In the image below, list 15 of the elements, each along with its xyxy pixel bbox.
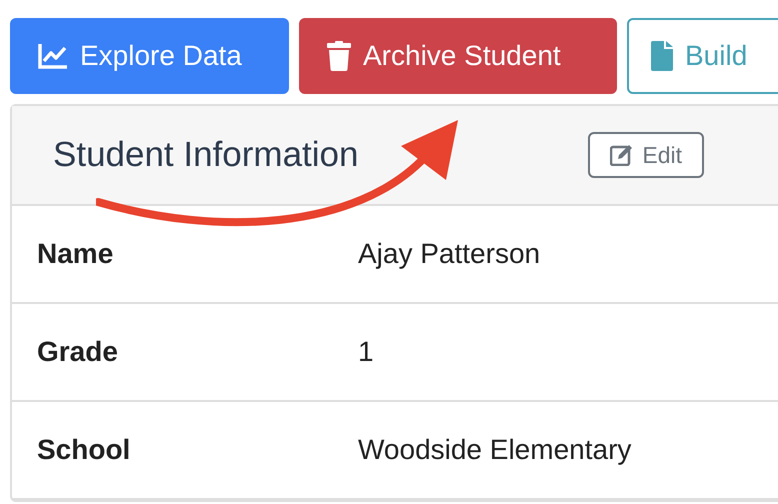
field-value: 1 [358, 336, 374, 368]
edit-button[interactable]: Edit [588, 132, 704, 178]
build-button[interactable]: Build [627, 18, 778, 94]
field-value: Woodside Elementary [358, 434, 632, 466]
archive-button[interactable]: Archive Student [299, 18, 617, 94]
field-value: Ajay Patterson [358, 238, 540, 270]
card-title: Student Information [53, 135, 358, 175]
field-label: Name [36, 238, 114, 270]
explore-button[interactable]: Explore Data [10, 18, 289, 94]
field-label: School [36, 434, 132, 466]
trash-icon [327, 41, 351, 71]
line-chart-icon [38, 43, 68, 69]
edit-icon [610, 144, 634, 166]
field-label: Grade [36, 336, 119, 368]
file-icon [651, 41, 673, 71]
